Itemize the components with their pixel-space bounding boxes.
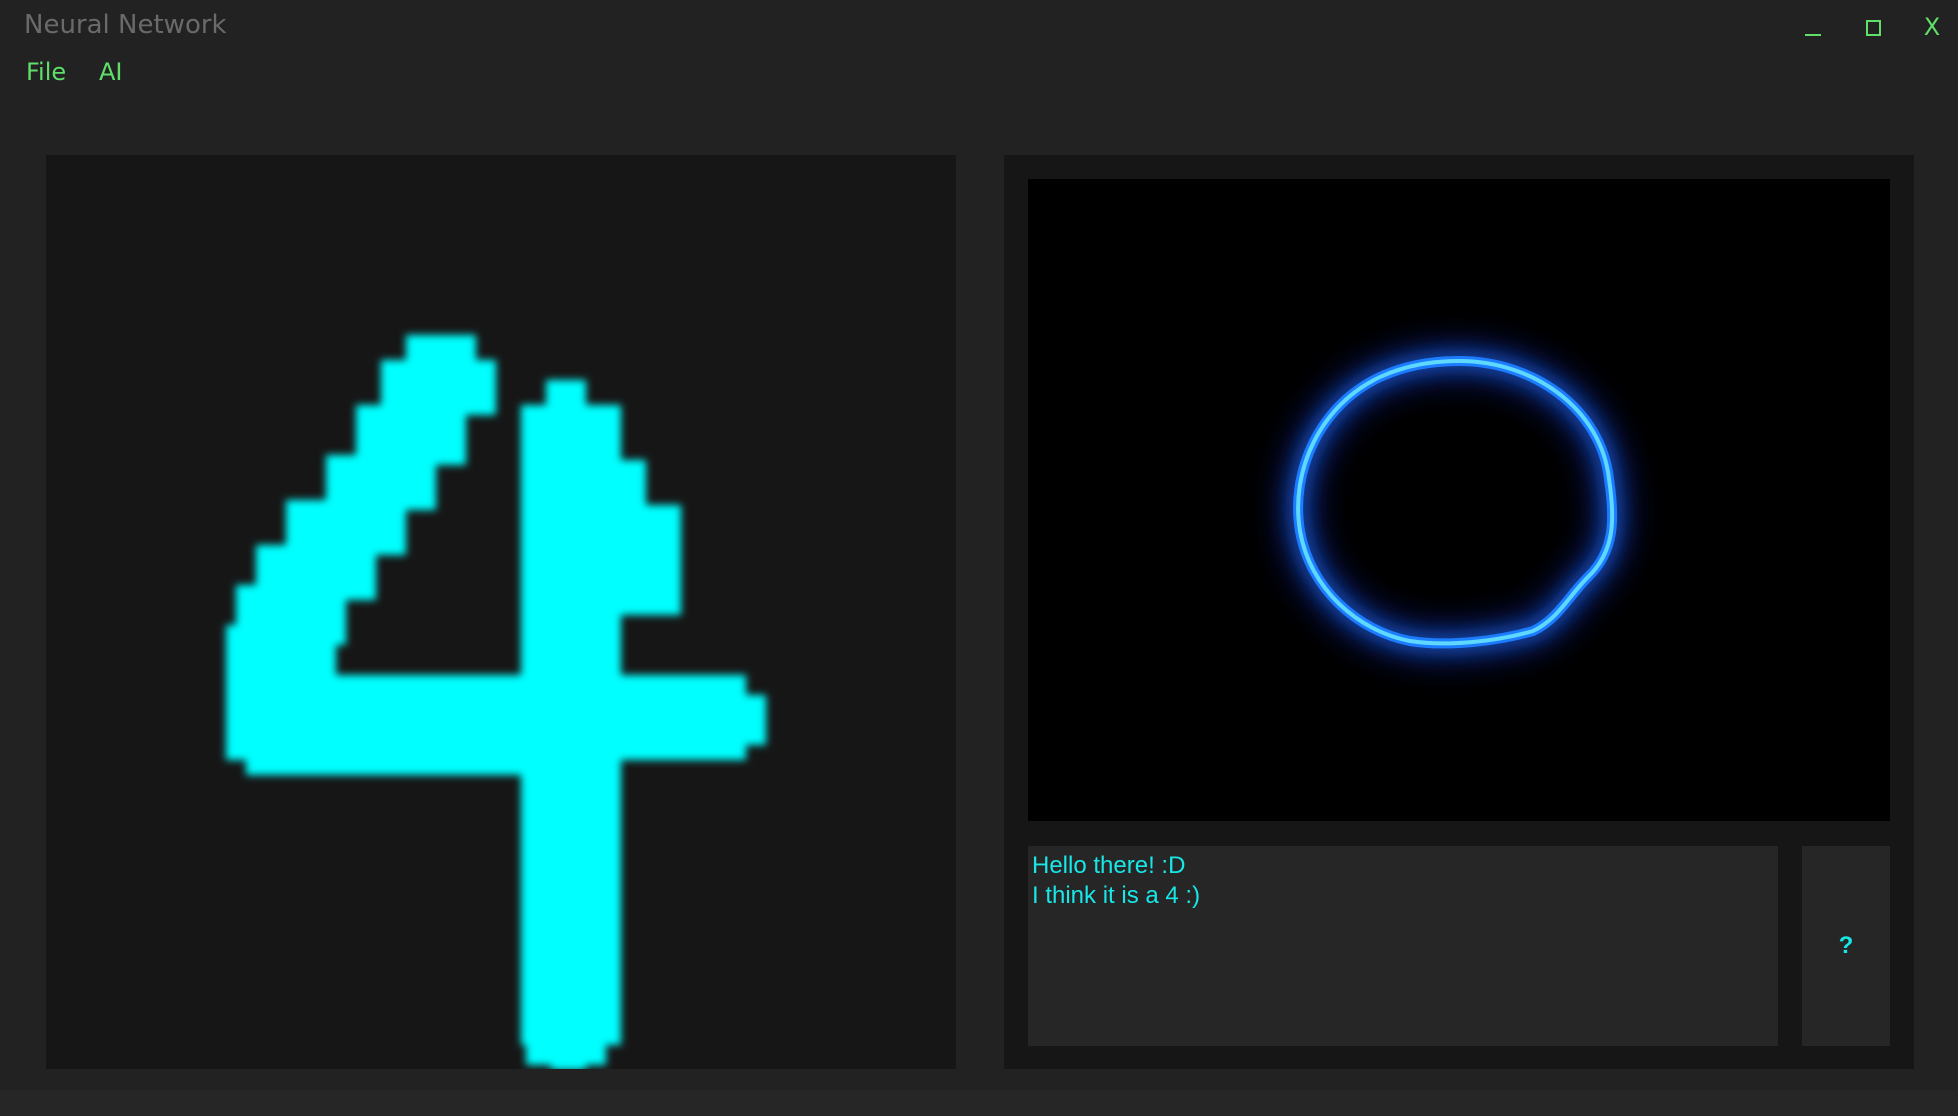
close-icon: X (1923, 13, 1941, 41)
minimize-button[interactable] (1794, 8, 1834, 46)
title-bar[interactable]: Neural Network X (0, 0, 1958, 52)
menu-bar: File AI (0, 56, 600, 92)
menu-ai[interactable]: AI (99, 58, 123, 86)
status-strip (0, 1090, 1958, 1116)
minimize-icon (1805, 34, 1821, 36)
output-line: Hello there! :D (1032, 852, 1186, 879)
menu-file[interactable]: File (26, 58, 66, 86)
output-line: I think it is a 4 :) (1032, 882, 1201, 909)
ai-panel: Hello there! :D I think it is a 4 :) ? (1004, 155, 1914, 1069)
glowing-ring-icon (1285, 347, 1626, 657)
help-button[interactable]: ? (1802, 846, 1890, 1046)
visualizer-display (1028, 179, 1890, 821)
ai-output-text: Hello there! :D I think it is a 4 :) (1028, 846, 1778, 1046)
drawn-digit-4 (226, 335, 766, 1069)
app-window: Neural Network X File AI Hello there!:D… (0, 0, 1958, 1116)
maximize-button[interactable] (1853, 8, 1893, 46)
drawing-canvas[interactable] (46, 155, 956, 1069)
window-title: Neural Network (24, 10, 227, 40)
help-button-label: ? (1838, 932, 1854, 959)
maximize-icon (1866, 20, 1881, 36)
close-button[interactable]: X (1912, 8, 1952, 46)
